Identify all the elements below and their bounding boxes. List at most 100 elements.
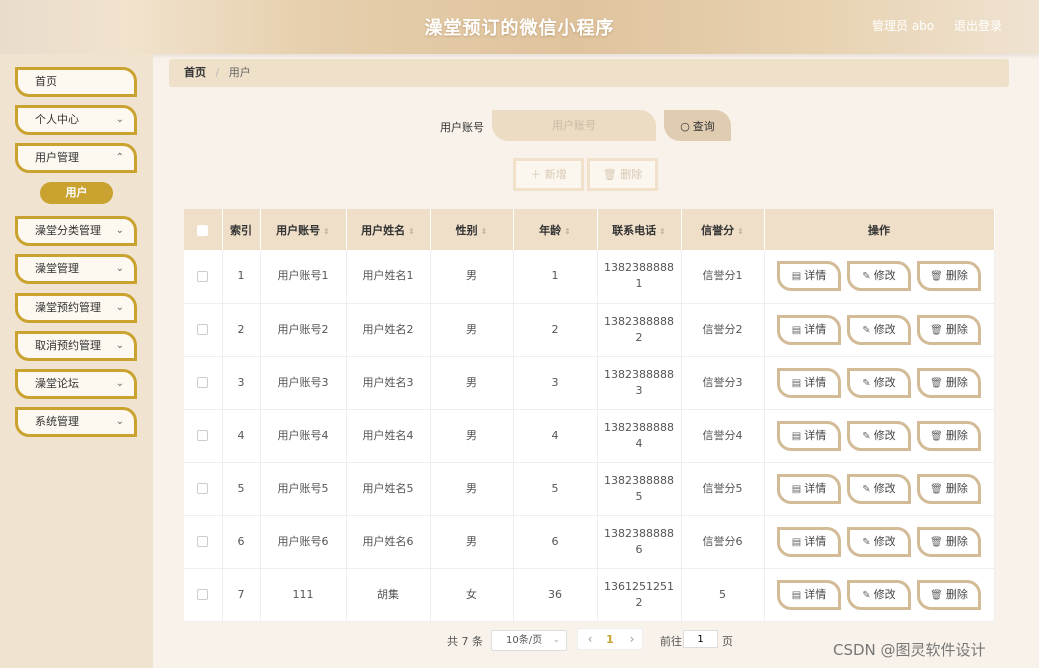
sidebar-item-bath-management[interactable]: 澡堂管理 ⌄ bbox=[15, 254, 137, 284]
sidebar-item-bath-category[interactable]: 澡堂分类管理 ⌄ bbox=[15, 216, 137, 246]
delete-button[interactable]: 🗑 删除 bbox=[917, 526, 981, 557]
sort-icon[interactable]: ⇕ bbox=[408, 227, 415, 236]
cell-phone: 1382388888 3 bbox=[597, 356, 682, 409]
goto-page-input[interactable] bbox=[683, 630, 718, 648]
table-row: 4 用户账号4 用户姓名4 男 4 1382388888 4 信誉分4 ▤ 详情 ✎ 修改 🗑 删除 bbox=[184, 409, 995, 462]
cell-credit: 信誉分4 bbox=[681, 409, 765, 462]
sidebar-item-user-management[interactable]: 用户管理 ⌃ bbox=[15, 143, 137, 173]
col-label: 信誉分 bbox=[701, 223, 735, 237]
page-number[interactable]: 1 bbox=[600, 631, 620, 649]
pencil-icon: ✎ bbox=[862, 483, 871, 495]
phone-line-2: 2 bbox=[635, 595, 643, 609]
cell-age: 2 bbox=[513, 303, 598, 356]
breadcrumb-current: 用户 bbox=[228, 66, 251, 79]
col-gender[interactable]: 性别 ⇕ bbox=[430, 209, 514, 250]
row-checkbox[interactable] bbox=[197, 270, 209, 282]
edit-button[interactable]: ✎ 修改 bbox=[847, 579, 911, 610]
col-index: 索引 bbox=[222, 209, 261, 250]
page-size-select[interactable]: 10条/页 ⌄ bbox=[491, 630, 567, 651]
table-row: 1 用户账号1 用户姓名1 男 1 1382388888 1 信誉分1 ▤ 详情 ✎ 修改 🗑 删除 bbox=[184, 250, 995, 303]
edit-button[interactable]: ✎ 修改 bbox=[847, 314, 911, 345]
detail-label: 详情 bbox=[804, 375, 827, 389]
sidebar-item-home[interactable]: 首页 bbox=[15, 67, 137, 97]
col-account[interactable]: 用户账号 ⇕ bbox=[260, 209, 347, 250]
delete-button[interactable]: 🗑 删除 bbox=[917, 579, 981, 610]
sidebar-subitem-user[interactable]: 用户 bbox=[40, 182, 113, 204]
breadcrumb-home[interactable]: 首页 bbox=[184, 66, 206, 79]
delete-button[interactable]: 🗑 删除 bbox=[917, 261, 981, 292]
row-checkbox[interactable] bbox=[197, 430, 209, 441]
next-page-button[interactable]: › bbox=[622, 630, 642, 649]
search-input[interactable] bbox=[492, 110, 656, 141]
delete-label: 删除 bbox=[945, 587, 968, 601]
row-checkbox[interactable] bbox=[197, 324, 209, 335]
edit-label: 修改 bbox=[873, 428, 896, 442]
watermark: CSDN @图灵软件设计 bbox=[833, 641, 986, 659]
detail-button[interactable]: ▤ 详情 bbox=[777, 473, 841, 504]
search-button[interactable]: ○ 查询 bbox=[664, 110, 731, 141]
detail-label: 详情 bbox=[804, 269, 827, 283]
cell-name: 用户姓名6 bbox=[346, 515, 431, 568]
table-header-row: 索引 用户账号 ⇕ 用户姓名 ⇕ 性别 ⇕ 年龄 ⇕ 联系电话 ⇕ 信誉分 ⇕ 操作 bbox=[184, 209, 995, 250]
detail-button[interactable]: ▤ 详情 bbox=[777, 367, 841, 398]
col-name[interactable]: 用户姓名 ⇕ bbox=[346, 209, 431, 250]
logout-link[interactable]: 退出登录 bbox=[954, 17, 1002, 34]
col-label: 联系电话 bbox=[612, 223, 657, 237]
cell-name: 用户姓名4 bbox=[346, 409, 431, 462]
edit-button[interactable]: ✎ 修改 bbox=[847, 367, 911, 398]
detail-button[interactable]: ▤ 详情 bbox=[777, 526, 841, 557]
prev-page-button[interactable]: ‹ bbox=[580, 630, 600, 649]
sort-icon[interactable]: ⇕ bbox=[564, 227, 571, 236]
detail-button[interactable]: ▤ 详情 bbox=[777, 261, 841, 292]
detail-button[interactable]: ▤ 详情 bbox=[777, 579, 841, 610]
edit-button[interactable]: ✎ 修改 bbox=[847, 473, 911, 504]
sidebar-item-label: 系统管理 bbox=[35, 415, 79, 428]
detail-label: 详情 bbox=[804, 534, 827, 548]
row-checkbox[interactable] bbox=[197, 377, 209, 388]
pencil-icon: ✎ bbox=[862, 430, 871, 442]
add-button[interactable]: ＋ 新增 bbox=[513, 158, 584, 191]
sidebar-item-system[interactable]: 系统管理 ⌄ bbox=[15, 407, 137, 437]
col-credit[interactable]: 信誉分 ⇕ bbox=[681, 209, 765, 250]
edit-button[interactable]: ✎ 修改 bbox=[847, 526, 911, 557]
cell-ops: ▤ 详情 ✎ 修改 🗑 删除 bbox=[764, 568, 995, 621]
detail-label: 详情 bbox=[804, 322, 827, 336]
sidebar-item-reservation[interactable]: 澡堂预约管理 ⌄ bbox=[15, 293, 137, 323]
cell-ops: ▤ 详情 ✎ 修改 🗑 删除 bbox=[764, 515, 995, 568]
delete-button[interactable]: 🗑 删除 bbox=[917, 420, 981, 451]
sidebar-item-cancel-reservation[interactable]: 取消预约管理 ⌄ bbox=[15, 331, 137, 361]
phone-line-1: 1382388888 bbox=[604, 526, 674, 540]
top-header: 澡堂预订的微信小程序 管理员 abo 退出登录 bbox=[0, 0, 1039, 54]
detail-button[interactable]: ▤ 详情 bbox=[777, 420, 841, 451]
sort-icon[interactable]: ⇕ bbox=[481, 227, 488, 236]
sidebar-item-label: 首页 bbox=[35, 75, 57, 88]
detail-label: 详情 bbox=[804, 481, 827, 495]
sidebar-item-forum[interactable]: 澡堂论坛 ⌄ bbox=[15, 369, 137, 399]
edit-button[interactable]: ✎ 修改 bbox=[847, 420, 911, 451]
detail-button[interactable]: ▤ 详情 bbox=[777, 314, 841, 345]
cell-index: 1 bbox=[222, 250, 261, 303]
edit-button[interactable]: ✎ 修改 bbox=[847, 261, 911, 292]
row-checkbox[interactable] bbox=[197, 483, 209, 494]
cell-gender: 男 bbox=[430, 303, 514, 356]
search-icon: ○ bbox=[680, 119, 690, 133]
cell-ops: ▤ 详情 ✎ 修改 🗑 删除 bbox=[764, 303, 995, 356]
breadcrumb-separator: / bbox=[215, 66, 220, 79]
sort-icon[interactable]: ⇕ bbox=[737, 227, 744, 236]
cell-ops: ▤ 详情 ✎ 修改 🗑 删除 bbox=[764, 356, 995, 409]
col-phone[interactable]: 联系电话 ⇕ bbox=[597, 209, 682, 250]
row-checkbox[interactable] bbox=[197, 536, 209, 547]
pencil-icon: ✎ bbox=[862, 536, 871, 548]
delete-button[interactable]: 🗑 删除 bbox=[917, 473, 981, 504]
delete-button[interactable]: 🗑 删除 bbox=[917, 314, 981, 345]
select-all-checkbox[interactable] bbox=[197, 224, 209, 236]
cell-gender: 男 bbox=[430, 356, 514, 409]
sort-icon[interactable]: ⇕ bbox=[659, 227, 666, 236]
document-icon: ▤ bbox=[791, 430, 802, 442]
col-age[interactable]: 年龄 ⇕ bbox=[513, 209, 598, 250]
bulk-delete-button[interactable]: 🗑 删除 bbox=[587, 158, 658, 191]
sort-icon[interactable]: ⇕ bbox=[323, 227, 330, 236]
sidebar-item-profile[interactable]: 个人中心 ⌄ bbox=[15, 105, 137, 135]
delete-button[interactable]: 🗑 删除 bbox=[917, 367, 981, 398]
row-checkbox[interactable] bbox=[197, 589, 209, 600]
